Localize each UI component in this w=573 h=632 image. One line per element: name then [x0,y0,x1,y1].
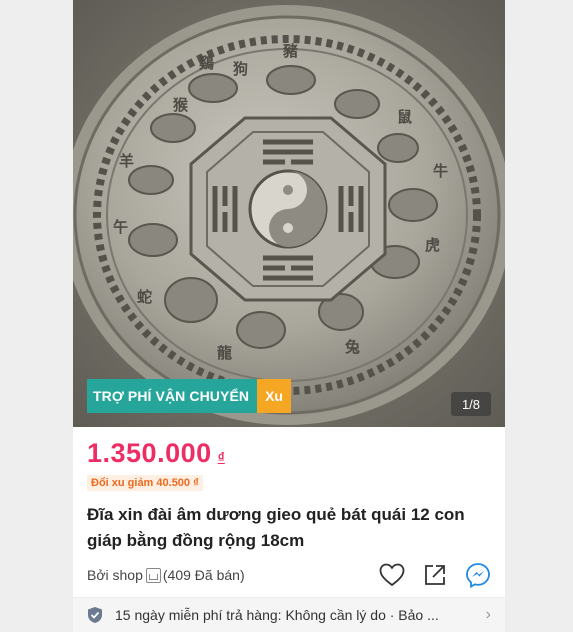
sold-count: (409 Đã bán) [162,567,245,583]
product-image-gallery[interactable]: 狗 鷄 猴 羊 午 蛇 龍 兔 虎 牛 鼠 豬 TRỢ PHÍ VẬN CHUY… [73,0,505,427]
product-image: 狗 鷄 猴 羊 午 蛇 龍 兔 虎 牛 鼠 豬 [73,0,505,427]
promo-coin-badge: Xu [257,379,291,413]
coin-discount-badge: Đổi xu giảm 40.500 ₫ [87,475,203,491]
free-returns-text: 15 ngày miễn phí trả hàng: Không cần lý … [115,607,439,623]
plate-character: 虎 [425,236,440,254]
price: 1.350.000 [87,438,212,468]
price-row: 1.350.000 ₫ [87,438,225,469]
shop-icon[interactable] [145,567,161,583]
plate-character: 豬 [282,42,298,60]
plate-character: 牛 [433,162,448,180]
image-counter: 1/8 [451,392,491,416]
plate-character: 鷄 [198,54,214,72]
shipping-promo-banner: TRỢ PHÍ VẬN CHUYỂN Xu [87,379,291,413]
product-title: Đĩa xin đài âm dương gieo quẻ bát quái 1… [87,505,465,550]
product-page: 狗 鷄 猴 羊 午 蛇 龍 兔 虎 牛 鼠 豬 TRỢ PHÍ VẬN CHUY… [73,0,505,632]
free-returns-row[interactable]: 15 ngày miễn phí trả hàng: Không cần lý … [73,598,505,632]
plate-character: 猴 [173,96,189,114]
plate-character: 羊 [119,152,134,170]
plate-character: 兔 [344,338,360,356]
seller-prefix: Bởi shop [87,567,143,583]
favorite-button[interactable] [379,563,405,587]
plate-character: 午 [113,218,128,236]
plate-character: 龍 [217,344,232,362]
action-buttons [379,562,491,588]
currency-symbol: ₫ [217,449,225,465]
promo-label: TRỢ PHÍ VẬN CHUYỂN [87,379,258,413]
chat-button[interactable] [465,562,491,588]
shield-icon [88,607,102,623]
share-button[interactable] [423,563,447,587]
heart-icon [379,563,405,587]
plate-character: 蛇 [137,288,152,306]
chevron-right-icon: › [485,606,491,623]
messenger-icon [466,563,490,588]
plate-character: 鼠 [397,108,412,126]
plate-character: 狗 [233,60,248,78]
seller-row: Bởi shop (409 Đã bán) [87,562,491,588]
share-icon [425,565,445,585]
